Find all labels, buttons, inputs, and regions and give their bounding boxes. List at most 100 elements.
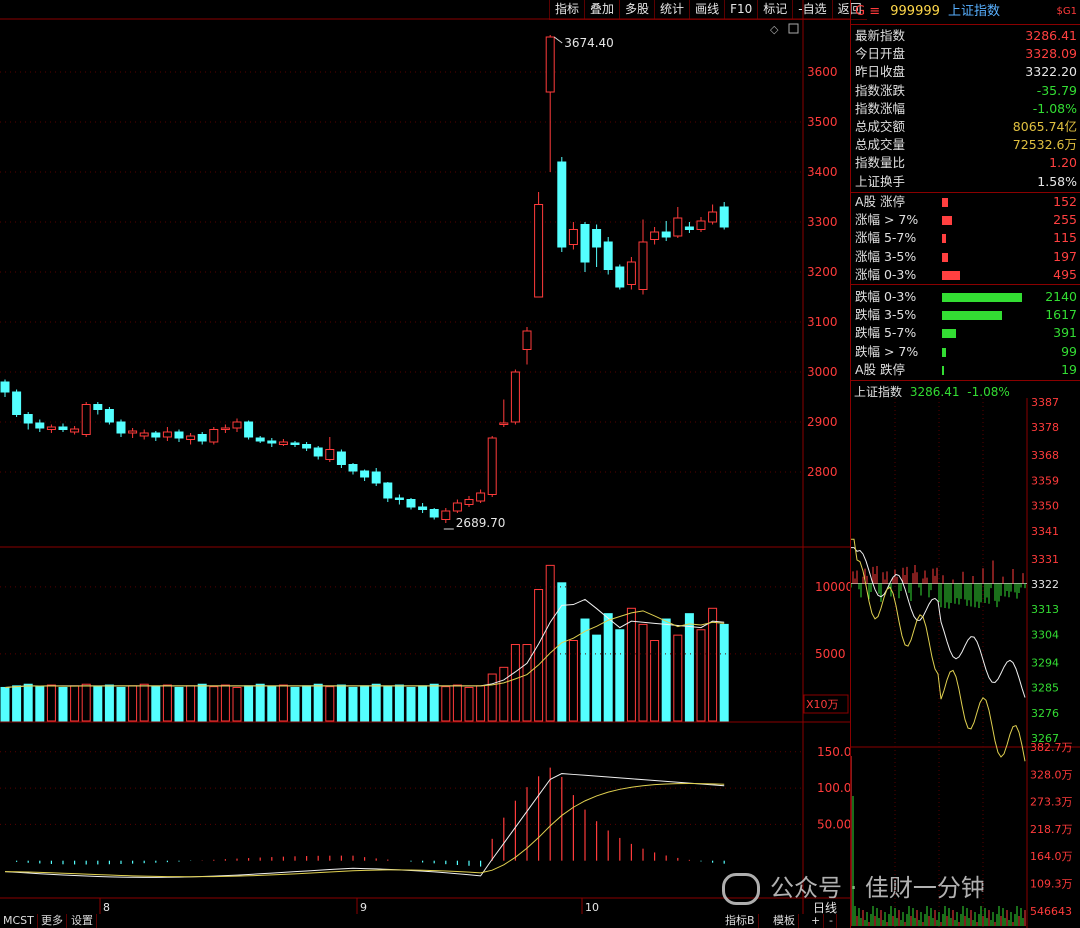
- volume-bar: [464, 686, 474, 722]
- volume-bar: [383, 686, 393, 722]
- candle-body: [557, 161, 567, 248]
- volume-bar: [302, 685, 312, 722]
- volume-bar: [35, 686, 45, 722]
- breadth-bar: [942, 293, 1022, 302]
- volume-tick-label: 10000: [815, 580, 850, 594]
- candle-body: [418, 506, 428, 510]
- breadth-count: 152: [1053, 194, 1077, 209]
- candle-body: [615, 266, 625, 288]
- candle-body: [23, 414, 33, 424]
- breadth-bar: [942, 365, 944, 375]
- panel-header: G ≡ 999999 上证指数 $G1: [855, 3, 1077, 21]
- zoom-out-button[interactable]: -: [826, 914, 837, 928]
- bottom-right-0[interactable]: 指标B: [722, 914, 759, 928]
- candle-body: [348, 464, 358, 472]
- breadth-label: 涨幅 5-7%: [855, 230, 917, 246]
- volume-bar: [290, 686, 300, 722]
- quote-value: -35.79: [1036, 82, 1077, 98]
- price-tick-label: 3200: [807, 265, 838, 279]
- candle-body: [487, 437, 497, 495]
- kline-chart[interactable]: 3600 3500 3400 3300 3200 3100 3000 2900 2800 3674…: [0, 0, 850, 928]
- intraday-price: 3286.41: [909, 385, 960, 399]
- volume-bar: [661, 618, 671, 722]
- volume-bar: [406, 686, 416, 722]
- volume-bar: [336, 684, 346, 722]
- quote-row: 总成交量 72532.6万: [855, 136, 1077, 154]
- candle-body: [93, 404, 103, 410]
- wechat-icon: [722, 873, 760, 905]
- volume-bar: [255, 683, 265, 722]
- candle-body: [174, 431, 184, 439]
- candle-body: [429, 509, 439, 518]
- intraday-price-tick: 3359: [1031, 474, 1059, 487]
- quote-row: 指数涨幅 -1.08%: [855, 100, 1077, 118]
- candle-body: [696, 220, 706, 230]
- volume-bar: [487, 673, 497, 722]
- header-tag[interactable]: $G1: [1057, 3, 1077, 21]
- volume-bar: [650, 640, 660, 722]
- intraday-volume-tick: 546643: [1030, 905, 1072, 918]
- zoom-in-button[interactable]: +: [808, 914, 825, 928]
- dea-line: [4, 783, 725, 878]
- bottom-tab-1[interactable]: 更多: [38, 914, 67, 928]
- breadth-bar: [942, 252, 949, 262]
- volume-bar: [209, 686, 219, 722]
- volume-bar: [174, 686, 184, 722]
- candle-body: [626, 261, 636, 285]
- breadth-row: 跌幅 3-5% 1617: [855, 306, 1077, 324]
- index-name[interactable]: 上证指数: [948, 4, 1000, 19]
- volume-bar: [615, 629, 625, 722]
- breadth-bar: [942, 216, 952, 226]
- candle-body: [186, 435, 196, 440]
- breadth-count: 391: [1053, 325, 1077, 341]
- breadth-row: 涨幅 5-7% 115: [855, 229, 1077, 247]
- bottom-tab-0[interactable]: MCST: [0, 914, 38, 928]
- price-tick-label: 3600: [807, 65, 838, 79]
- candle-body: [197, 434, 207, 442]
- breadth-count: 1617: [1045, 307, 1077, 323]
- volume-bar: [673, 634, 683, 722]
- volume-bar: [452, 684, 462, 722]
- quote-value: 8065.74亿: [1012, 119, 1077, 134]
- quote-row: 指数涨跌 -35.79: [855, 82, 1077, 100]
- candle-body: [255, 437, 265, 442]
- breadth-label: 跌幅 0-3%: [855, 289, 917, 304]
- breadth-row: 跌幅 > 7% 99: [855, 343, 1077, 361]
- quote-label: 总成交额: [855, 119, 906, 134]
- candle-body: [592, 229, 602, 248]
- volume-tick-label: 5000: [815, 647, 846, 661]
- index-code: 999999: [890, 4, 940, 19]
- quote-label: 指数量比: [855, 155, 906, 171]
- high-arrow: [553, 36, 563, 44]
- intraday-price-tick: 3368: [1031, 449, 1059, 462]
- breadth-bar: [942, 329, 957, 339]
- candle-body: [383, 482, 393, 499]
- breadth-label: 跌幅 > 7%: [855, 343, 919, 359]
- volume-bar: [186, 685, 196, 722]
- candle-body: [128, 430, 138, 434]
- x-axis-label: 10: [585, 901, 599, 914]
- bottom-tab-2[interactable]: 设置: [68, 914, 97, 928]
- candle-body: [220, 427, 230, 430]
- price-tick-label: 3500: [807, 115, 838, 129]
- breadth-bar: [942, 198, 949, 207]
- volume-bar: [534, 589, 544, 722]
- candle-body: [580, 224, 590, 263]
- quote-value: -1.08%: [1032, 100, 1077, 116]
- quote-row: 上证换手 1.58%: [855, 173, 1077, 191]
- breadth-row: 跌幅 5-7% 391: [855, 324, 1077, 342]
- breadth-row: 涨幅 0-3% 495: [855, 266, 1077, 284]
- price-tick-label: 2900: [807, 415, 838, 429]
- intraday-chart[interactable]: 3387 3378 3368 3359 3350 3341 3331 3322 3313 3304…: [851, 398, 1080, 928]
- bottom-toolbar: MCST 更多 设置 指标B 模板 + -: [0, 914, 850, 928]
- volume-bar: [151, 686, 161, 722]
- candle-body: [638, 241, 648, 290]
- volume-bar: [371, 683, 381, 722]
- quote-value: 72532.6万: [1012, 137, 1077, 153]
- volume-bar: [104, 684, 114, 722]
- price-tick-label: 2800: [807, 465, 838, 479]
- candle-body: [139, 432, 149, 437]
- volume-bar: [626, 607, 636, 722]
- bottom-right-1[interactable]: 模板: [770, 914, 799, 928]
- breadth-label: 跌幅 3-5%: [855, 307, 917, 323]
